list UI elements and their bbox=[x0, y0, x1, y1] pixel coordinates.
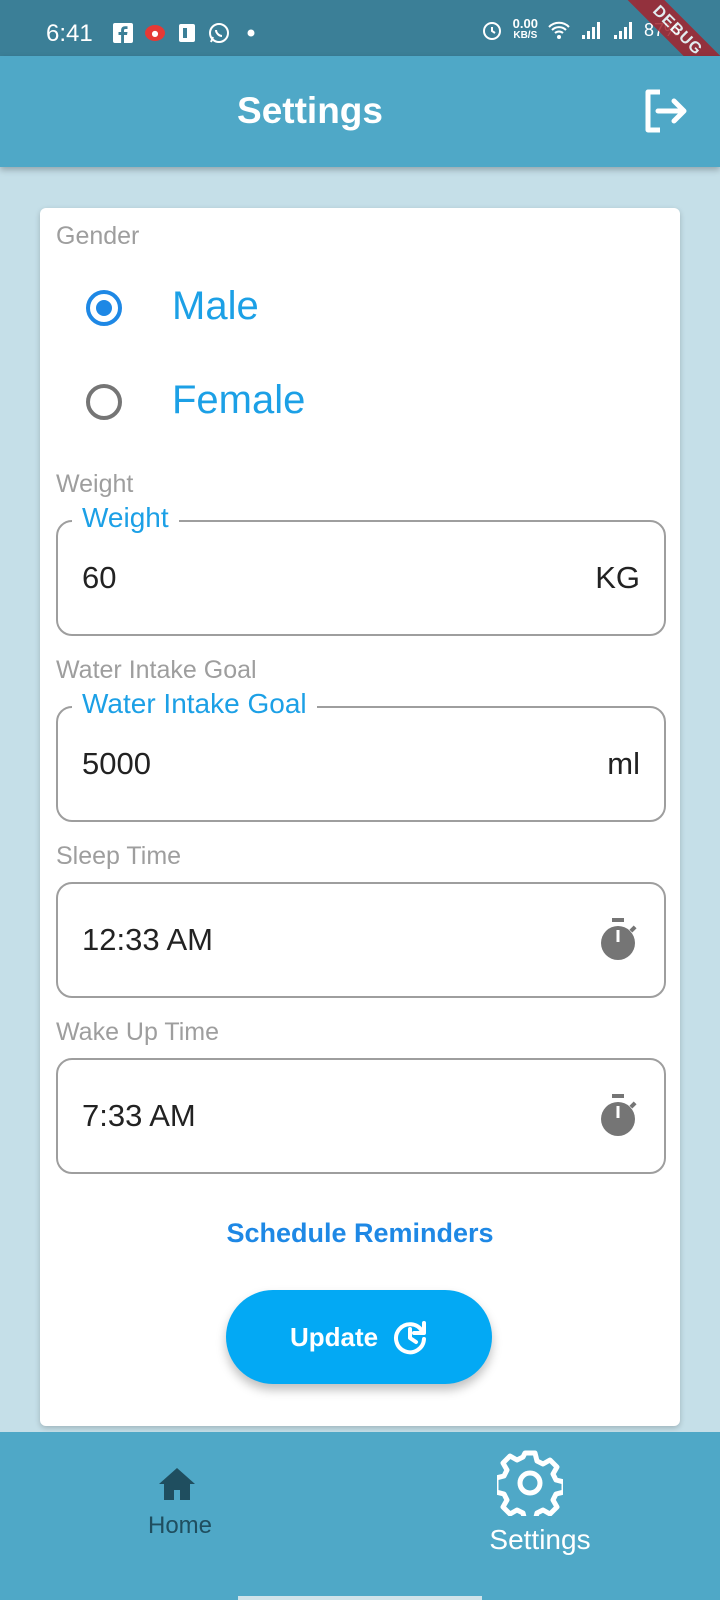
radio-unselected-icon[interactable] bbox=[86, 384, 122, 420]
dot-icon bbox=[247, 29, 255, 37]
logout-icon[interactable] bbox=[640, 86, 690, 136]
water-goal-unit: ml bbox=[607, 746, 640, 781]
wake-time-label: Wake Up Time bbox=[56, 1018, 220, 1046]
water-goal-section-label: Water Intake Goal bbox=[56, 656, 257, 684]
timer-icon[interactable] bbox=[598, 916, 638, 962]
water-goal-value[interactable]: 5000 bbox=[82, 746, 151, 782]
app-icon: ● bbox=[145, 25, 165, 41]
sleep-time-field[interactable]: 12:33 AM bbox=[56, 882, 666, 998]
update-button-label: Update bbox=[289, 1321, 379, 1352]
nav-label-home: Home bbox=[147, 1512, 213, 1539]
status-time: 6:41 bbox=[46, 20, 93, 47]
status-bar: 6:41 ● 0.00 KB/S 87% DEBUG bbox=[0, 0, 720, 94]
alarm-icon bbox=[482, 22, 501, 40]
sleep-time-value: 12:33 AM bbox=[82, 922, 213, 957]
gender-label: Gender bbox=[56, 222, 140, 250]
bottom-navigation: Home Settings bbox=[0, 1432, 720, 1600]
radio-selected-icon[interactable] bbox=[86, 290, 122, 326]
settings-card: Gender Male Female Weight Weight 60 KG W… bbox=[40, 208, 680, 1426]
wake-time-value: 7:33 AM bbox=[82, 1098, 196, 1133]
signal-icon bbox=[613, 22, 632, 39]
network-speed-unit: KB/S bbox=[513, 30, 538, 41]
weight-value[interactable]: 60 bbox=[82, 560, 116, 596]
gender-option-label: Female bbox=[172, 378, 306, 422]
water-goal-field[interactable]: Water Intake Goal 5000 ml bbox=[56, 688, 666, 822]
wake-time-field[interactable]: 7:33 AM bbox=[56, 1058, 666, 1174]
whatsapp-icon bbox=[209, 23, 229, 43]
water-goal-field-label: Water Intake Goal bbox=[72, 688, 317, 720]
wifi-icon bbox=[548, 21, 570, 39]
weight-section-label: Weight bbox=[56, 470, 134, 498]
nav-label-settings: Settings bbox=[489, 1524, 591, 1555]
update-button[interactable]: Update bbox=[226, 1290, 492, 1384]
timer-icon[interactable] bbox=[598, 1092, 638, 1138]
weight-unit: KG bbox=[595, 560, 640, 595]
weight-field[interactable]: Weight 60 KG bbox=[56, 502, 666, 636]
network-speed: 0.00 KB/S bbox=[512, 16, 538, 42]
sim-toolkit-icon bbox=[179, 24, 195, 42]
gender-option-label: Male bbox=[172, 284, 259, 328]
network-speed-value: 0.00 bbox=[512, 16, 538, 31]
gender-option-female[interactable]: Female bbox=[40, 362, 680, 442]
weight-field-label: Weight bbox=[72, 502, 179, 534]
svg-text:●: ● bbox=[152, 29, 159, 38]
page-title: Settings bbox=[237, 90, 383, 131]
gender-option-male[interactable]: Male bbox=[40, 268, 680, 348]
update-icon bbox=[394, 1321, 427, 1355]
notification-icons: ● bbox=[112, 22, 262, 44]
nav-item-home[interactable]: Home bbox=[0, 1432, 360, 1600]
schedule-reminders-link[interactable]: Schedule Reminders bbox=[40, 1218, 680, 1249]
app-bar: Settings bbox=[0, 56, 720, 167]
gear-icon bbox=[497, 1450, 563, 1516]
sleep-time-label: Sleep Time bbox=[56, 842, 182, 870]
gesture-bar bbox=[238, 1596, 482, 1600]
signal-icon bbox=[581, 22, 600, 39]
facebook-icon bbox=[113, 23, 133, 43]
nav-item-settings[interactable]: Settings bbox=[360, 1432, 720, 1600]
home-icon bbox=[159, 1468, 195, 1500]
